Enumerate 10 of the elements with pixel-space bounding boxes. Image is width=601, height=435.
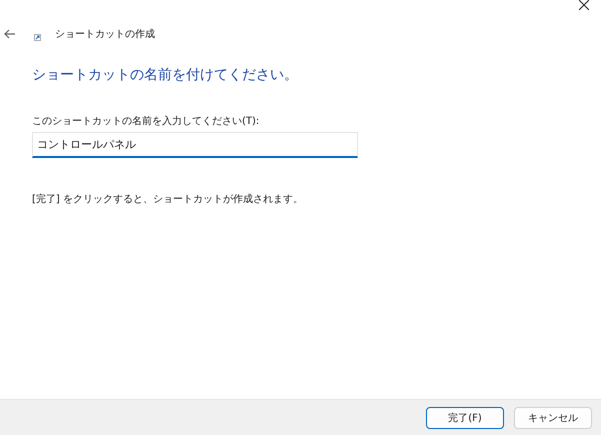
cancel-button[interactable]: キャンセル bbox=[514, 406, 592, 428]
shortcut-icon bbox=[34, 34, 41, 40]
name-input-field[interactable]: コントロールパネル bbox=[32, 132, 358, 158]
finish-button[interactable]: 完了(F) bbox=[426, 406, 504, 428]
back-arrow-icon[interactable] bbox=[4, 29, 16, 39]
instruction-text: [完了] をクリックすると、ショートカットが作成されます。 bbox=[32, 192, 304, 206]
field-label: このショートカットの名前を入力してください(T): bbox=[32, 114, 260, 128]
close-icon[interactable] bbox=[579, 0, 589, 10]
window-title: ショートカットの作成 bbox=[55, 28, 155, 41]
page-heading: ショートカットの名前を付けてください。 bbox=[32, 66, 299, 84]
